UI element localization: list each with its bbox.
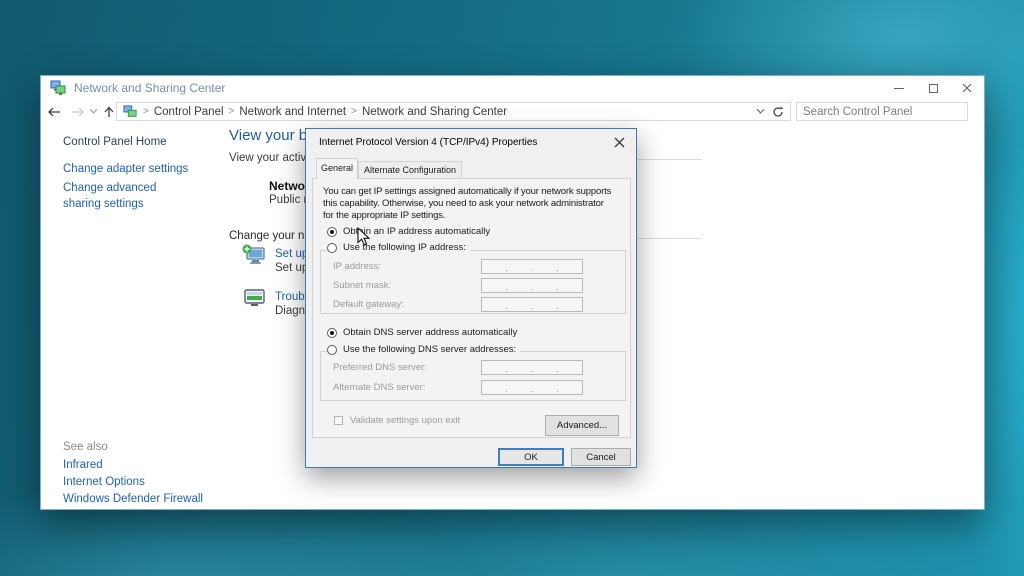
back-button[interactable]: [45, 102, 63, 121]
octet-separator: .: [531, 283, 534, 292]
advanced-button[interactable]: Advanced...: [545, 415, 619, 436]
radio-selected-icon: [327, 227, 337, 237]
sidebar-item-windows-defender-firewall[interactable]: Windows Defender Firewall: [63, 493, 203, 505]
forward-button[interactable]: [69, 102, 87, 121]
radio-selected-icon: [327, 328, 337, 338]
validate-settings-checkbox: Validate settings upon exit: [334, 415, 460, 426]
octet-separator: .: [531, 264, 534, 273]
radio-label: Obtain DNS server address automatically: [343, 327, 517, 338]
octet-separator: .: [531, 385, 534, 394]
breadcrumb-network-and-internet[interactable]: Network and Internet: [239, 106, 346, 118]
octet-separator: .: [556, 264, 559, 273]
ipv4-properties-dialog: Internet Protocol Version 4 (TCP/IPv4) P…: [305, 128, 637, 468]
breadcrumb-separator: >: [229, 106, 235, 117]
close-icon: [962, 83, 972, 93]
sidebar-item-control-panel-home[interactable]: Control Panel Home: [63, 136, 167, 148]
search-box: [796, 102, 968, 121]
octet-separator: .: [531, 302, 534, 311]
tab-general[interactable]: General: [316, 158, 358, 179]
octet-separator: .: [556, 302, 559, 311]
up-arrow-icon: [104, 106, 114, 118]
maximize-button[interactable]: [916, 76, 950, 100]
refresh-icon[interactable]: [772, 106, 784, 118]
ip-address-groupbox: IP address: ... Subnet mask: ... Default…: [320, 250, 626, 314]
octet-separator: .: [505, 264, 508, 273]
alternate-dns-label: Alternate DNS server:: [333, 382, 425, 393]
sidebar-item-change-advanced-sharing[interactable]: Change advanced sharing settings: [63, 181, 187, 212]
octet-separator: .: [556, 385, 559, 394]
default-gateway-input: ...: [481, 297, 583, 312]
ip-address-label: IP address:: [333, 261, 381, 272]
close-icon: [614, 137, 625, 148]
dialog-intro-text: You can get IP settings assigned automat…: [323, 186, 628, 222]
dialog-title: Internet Protocol Version 4 (TCP/IPv4) P…: [319, 137, 537, 148]
window-titlebar: Network and Sharing Center: [41, 76, 984, 100]
validate-settings-label: Validate settings upon exit: [350, 415, 460, 426]
back-arrow-icon: [47, 107, 61, 117]
radio-unselected-icon: [327, 345, 337, 355]
address-bar[interactable]: > Control Panel > Network and Internet >…: [116, 102, 791, 121]
dialog-titlebar: Internet Protocol Version 4 (TCP/IPv4) P…: [306, 129, 636, 155]
octet-separator: .: [505, 302, 508, 311]
forward-arrow-icon: [71, 107, 85, 117]
radio-label: Use the following DNS server addresses:: [343, 344, 516, 355]
search-input[interactable]: [797, 106, 963, 118]
minimize-icon: [894, 88, 904, 89]
octet-separator: .: [505, 365, 508, 374]
radio-obtain-dns-automatically[interactable]: Obtain DNS server address automatically: [327, 326, 521, 339]
dialog-close-button[interactable]: [613, 136, 626, 149]
general-tab-page: You can get IP settings assigned automat…: [312, 178, 631, 438]
network-icon-small: [123, 105, 137, 119]
subnet-mask-input: ...: [481, 278, 583, 293]
breadcrumb-separator: >: [143, 106, 149, 117]
setup-connection-icon: [242, 244, 267, 267]
cancel-button[interactable]: Cancel: [571, 448, 631, 466]
preferred-dns-label: Preferred DNS server:: [333, 362, 427, 373]
mouse-cursor: [357, 227, 371, 247]
radio-use-following-dns[interactable]: Use the following DNS server addresses:: [327, 343, 520, 356]
dns-server-groupbox: Preferred DNS server: ... Alternate DNS …: [320, 351, 626, 401]
sidebar-item-change-adapter-settings[interactable]: Change adapter settings: [63, 163, 188, 175]
sidebar-item-infrared[interactable]: Infrared: [63, 459, 103, 471]
octet-separator: .: [556, 365, 559, 374]
octet-separator: .: [556, 283, 559, 292]
window-title: Network and Sharing Center: [74, 81, 225, 95]
network-icon: [50, 80, 66, 96]
close-button[interactable]: [950, 76, 984, 100]
chevron-down-icon: [90, 109, 97, 114]
subnet-mask-label: Subnet mask:: [333, 280, 391, 291]
navigation-toolbar: > Control Panel > Network and Internet >…: [41, 100, 984, 123]
breadcrumb-separator: >: [351, 106, 357, 117]
maximize-icon: [929, 84, 938, 93]
tab-alternate-configuration[interactable]: Alternate Configuration: [358, 161, 462, 179]
octet-separator: .: [505, 283, 508, 292]
checkbox-unchecked-icon: [334, 416, 343, 425]
ok-button[interactable]: OK: [498, 448, 564, 466]
minimize-button[interactable]: [882, 76, 916, 100]
default-gateway-label: Default gateway:: [333, 299, 404, 310]
see-also-header: See also: [63, 441, 108, 453]
breadcrumb-control-panel[interactable]: Control Panel: [154, 106, 224, 118]
radio-use-following-ip[interactable]: Use the following IP address:: [327, 241, 470, 254]
radio-obtain-ip-automatically[interactable]: Obtain an IP address automatically: [327, 225, 494, 238]
sidebar-item-internet-options[interactable]: Internet Options: [63, 476, 145, 488]
radio-unselected-icon: [327, 243, 337, 253]
alternate-dns-input: ...: [481, 380, 583, 395]
history-dropdown-button[interactable]: [87, 102, 99, 121]
preferred-dns-input: ...: [481, 360, 583, 375]
octet-separator: .: [531, 365, 534, 374]
address-dropdown-icon[interactable]: [757, 109, 764, 114]
troubleshoot-icon: [242, 287, 267, 310]
ip-address-input: ...: [481, 259, 583, 274]
breadcrumb-network-sharing-center[interactable]: Network and Sharing Center: [362, 106, 507, 118]
octet-separator: .: [505, 385, 508, 394]
